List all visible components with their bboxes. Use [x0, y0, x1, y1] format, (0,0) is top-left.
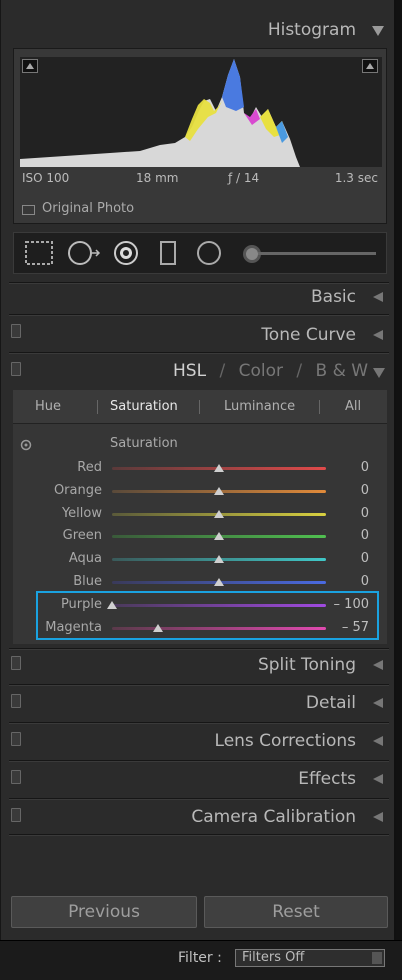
- separator: [9, 760, 389, 762]
- spot-removal-icon[interactable]: [68, 241, 101, 265]
- crop-icon[interactable]: [25, 241, 53, 265]
- slider-thumb[interactable]: [214, 532, 224, 541]
- slider-value[interactable]: 0: [361, 483, 369, 498]
- slider-thumb[interactable]: [214, 509, 224, 518]
- right-edge-strip: [396, 0, 402, 980]
- shutter-info: 1.3 sec: [334, 171, 378, 185]
- slider-label: Yellow: [61, 505, 102, 521]
- detail-switch[interactable]: [11, 694, 21, 708]
- slider-thumb[interactable]: [214, 486, 224, 495]
- footer-bar: Filter : Filters Off: [0, 940, 402, 980]
- separator: [9, 282, 389, 284]
- develop-right-panel: Histogram ISO 100 18 mm ƒ / 14 1.3 sec O…: [0, 0, 396, 940]
- highlight-clipping-icon[interactable]: [362, 59, 378, 73]
- lens-corrections-switch[interactable]: [11, 732, 21, 746]
- expand-triangle-icon[interactable]: [373, 330, 383, 340]
- slider-label: Aqua: [68, 551, 102, 567]
- camera-calibration-switch[interactable]: [11, 808, 21, 822]
- header-slash: /: [296, 361, 303, 381]
- filter-value: Filters Off: [242, 950, 305, 965]
- histogram-panel: ISO 100 18 mm ƒ / 14 1.3 sec Original Ph…: [13, 48, 387, 224]
- histogram-title[interactable]: Histogram: [268, 20, 356, 40]
- expand-triangle-icon[interactable]: [373, 698, 383, 708]
- slider-thumb[interactable]: [214, 578, 224, 586]
- histogram-graph: [20, 57, 382, 167]
- expand-triangle-icon[interactable]: [373, 660, 383, 670]
- separator: [9, 684, 389, 686]
- slider-label: Orange: [53, 482, 102, 498]
- expand-triangle-icon[interactable]: [373, 812, 383, 822]
- slider-value[interactable]: 0: [361, 506, 369, 521]
- split-toning-switch[interactable]: [11, 656, 21, 670]
- iso-info: ISO 100: [22, 171, 70, 185]
- header-slash: /: [219, 361, 226, 381]
- panel-effects[interactable]: Effects: [298, 769, 356, 789]
- collapse-triangle-icon[interactable]: [373, 368, 385, 378]
- highlight-box: [36, 591, 379, 640]
- spinner-icon[interactable]: [372, 952, 382, 964]
- adjustment-brush-slider[interactable]: [243, 245, 376, 263]
- expand-triangle-icon[interactable]: [373, 736, 383, 746]
- tab-divider: [199, 400, 200, 414]
- previous-button[interactable]: Previous: [11, 896, 197, 928]
- slider-label: Red: [77, 460, 102, 475]
- shadow-clipping-icon[interactable]: [22, 59, 38, 73]
- hsl-header: HSL / Color / B & W: [173, 361, 368, 381]
- hsl-tabs: Hue Saturation Luminance All: [13, 390, 387, 424]
- slider-label: Green: [62, 528, 102, 544]
- separator: [9, 352, 389, 354]
- separator: [9, 834, 389, 836]
- radial-filter-icon[interactable]: [197, 241, 221, 265]
- filter-select[interactable]: Filters Off: [235, 949, 385, 967]
- tab-saturation[interactable]: Saturation: [110, 399, 178, 414]
- red-eye-icon[interactable]: [114, 241, 138, 265]
- tab-all[interactable]: All: [345, 399, 361, 414]
- slider-thumb[interactable]: [214, 555, 224, 564]
- panel-split-toning[interactable]: Split Toning: [258, 655, 356, 675]
- tab-divider: [97, 400, 98, 414]
- separator: [9, 648, 389, 650]
- focal-length-info: 18 mm: [136, 171, 179, 185]
- original-photo-label: Original Photo: [42, 201, 135, 216]
- hsl-switch[interactable]: [11, 362, 21, 376]
- aperture-info: ƒ / 14: [228, 171, 260, 185]
- bw-mode[interactable]: B & W: [316, 361, 369, 381]
- slider-label: Blue: [73, 574, 102, 589]
- tab-hue[interactable]: Hue: [35, 399, 61, 414]
- color-mode[interactable]: Color: [239, 361, 283, 381]
- reset-button[interactable]: Reset: [204, 896, 388, 928]
- panel-detail[interactable]: Detail: [306, 693, 356, 713]
- collapse-triangle-icon[interactable]: [372, 26, 384, 36]
- original-photo-checkbox[interactable]: [22, 205, 35, 215]
- effects-switch[interactable]: [11, 770, 21, 784]
- expand-triangle-icon[interactable]: [373, 774, 383, 784]
- separator: [9, 314, 389, 316]
- panel-basic[interactable]: Basic: [311, 287, 356, 307]
- slider-value[interactable]: 0: [361, 460, 369, 475]
- panel-tone-curve[interactable]: Tone Curve: [261, 325, 356, 345]
- tab-luminance[interactable]: Luminance: [224, 399, 295, 414]
- slider-value[interactable]: 0: [361, 574, 369, 589]
- slider-value[interactable]: 0: [361, 551, 369, 566]
- histogram-chart: [20, 59, 300, 167]
- tool-strip: [13, 232, 387, 274]
- tone-curve-switch[interactable]: [11, 324, 21, 338]
- tab-divider: [319, 400, 320, 414]
- panel-camera-calibration[interactable]: Camera Calibration: [191, 807, 356, 827]
- expand-triangle-icon[interactable]: [373, 292, 383, 302]
- separator: [9, 798, 389, 800]
- graduated-filter-icon[interactable]: [160, 241, 176, 265]
- slider-value[interactable]: 0: [361, 528, 369, 543]
- separator: [9, 722, 389, 724]
- hsl-mode[interactable]: HSL: [173, 361, 206, 381]
- panel-lens-corrections[interactable]: Lens Corrections: [215, 731, 356, 751]
- slider-thumb[interactable]: [214, 464, 224, 472]
- section-title: Saturation: [110, 436, 178, 451]
- target-adjustment-icon[interactable]: [19, 438, 33, 452]
- filter-label: Filter :: [178, 950, 222, 966]
